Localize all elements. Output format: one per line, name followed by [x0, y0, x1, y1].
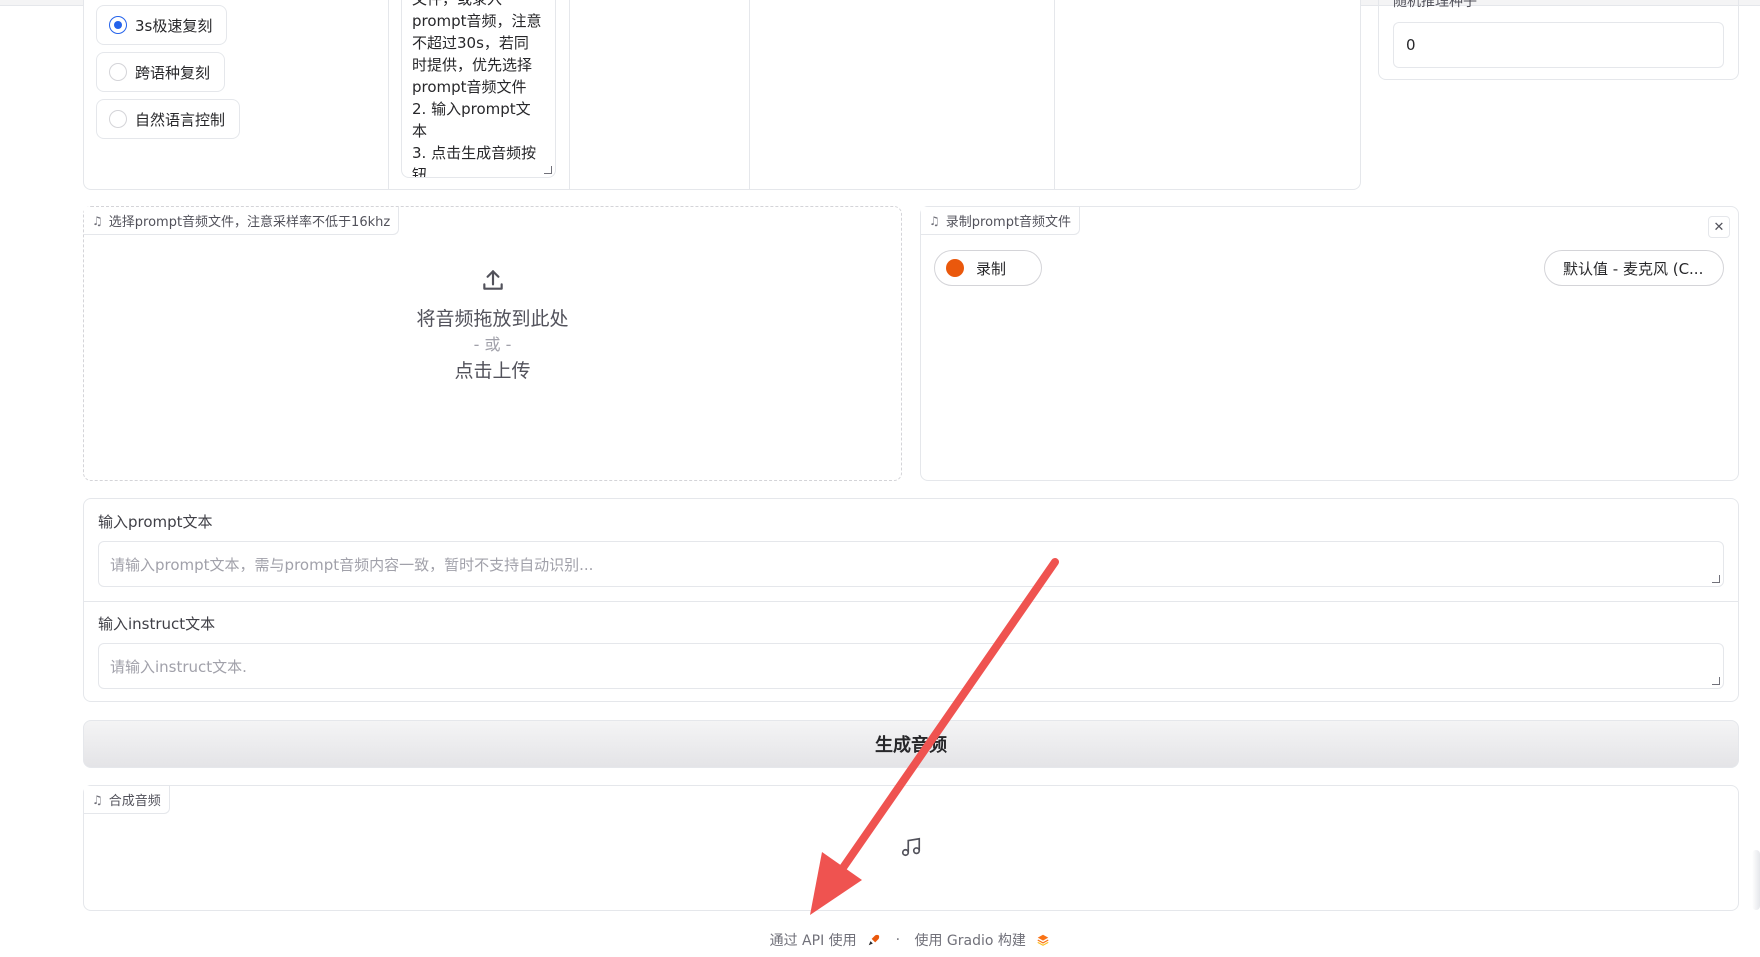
radio-label: 3s极速复刻	[135, 16, 213, 35]
seed-input[interactable]: 0	[1393, 22, 1724, 68]
output-audio-panel: ♫ 合成音频	[83, 785, 1739, 911]
scrollbar-edge	[1752, 850, 1760, 910]
divider	[84, 601, 1738, 602]
resize-handle-icon[interactable]	[1712, 677, 1720, 685]
upload-icon	[482, 270, 503, 290]
record-dot-icon	[946, 259, 964, 277]
steps-text: 文件，或录入 prompt音频，注意 不超过30s，若同 时提供，优先选择 pr…	[412, 0, 542, 178]
music-note-icon	[901, 837, 921, 857]
music-note-icon: ♫	[929, 213, 940, 228]
radio-option-fast-clone[interactable]: 3s极速复刻	[96, 5, 228, 45]
radio-option-cross-lingual[interactable]: 跨语种复刻	[96, 52, 226, 92]
mode-radio-group: 3s极速复刻 跨语种复刻 自然语言控制	[84, 0, 389, 189]
gradio-link[interactable]: 使用 Gradio 构建	[914, 930, 1050, 950]
api-link-label: 通过 API 使用	[769, 933, 857, 949]
upload-panel-label: ♫ 选择prompt音频文件，注意采样率不低于16khz	[84, 207, 400, 235]
prompt-text-label: 输入prompt文本	[98, 513, 213, 531]
seed-label: 随机推理种子	[1393, 0, 1477, 10]
prompt-text-input[interactable]: 请输入prompt文本，需与prompt音频内容一致，暂时不支持自动识别...	[98, 541, 1724, 587]
instruct-text-input[interactable]: 请输入instruct文本.	[98, 643, 1724, 689]
record-button-label: 录制	[976, 259, 1007, 278]
text-input-block: 输入prompt文本 请输入prompt文本，需与prompt音频内容一致，暂时…	[83, 498, 1739, 702]
seed-panel: 随机推理种子 0	[1378, 0, 1739, 80]
rocket-icon	[868, 934, 880, 946]
radio-label: 自然语言控制	[135, 110, 226, 129]
empty-column	[570, 0, 750, 189]
instruct-text-label: 输入instruct文本	[98, 615, 216, 633]
or-text: - 或 -	[473, 335, 512, 354]
music-note-icon: ♫	[92, 792, 103, 807]
click-upload-text: 点击上传	[454, 360, 531, 382]
mode-row: 3s极速复刻 跨语种复刻 自然语言控制 文件，或录入 prompt音频，注意 不…	[83, 0, 1361, 190]
music-note-icon: ♫	[92, 213, 103, 228]
record-panel-label: ♫ 录制prompt音频文件	[921, 207, 1081, 235]
gradio-link-label: 使用 Gradio 构建	[914, 933, 1026, 949]
resize-handle-icon[interactable]	[1712, 575, 1720, 583]
empty-column	[750, 0, 1055, 189]
resize-handle-icon[interactable]	[544, 166, 552, 174]
prompt-text-placeholder: 请输入prompt文本，需与prompt音频内容一致，暂时不支持自动识别...	[110, 555, 594, 574]
prompt-audio-upload-panel[interactable]: ♫ 选择prompt音频文件，注意采样率不低于16khz 将音频拖放到此处 - …	[83, 206, 902, 481]
record-panel-label-text: 录制prompt音频文件	[945, 215, 1072, 230]
steps-textarea[interactable]: 文件，或录入 prompt音频，注意 不超过30s，若同 时提供，优先选择 pr…	[401, 0, 556, 178]
microphone-select[interactable]: 默认值 - 麦克风 (C...	[1544, 250, 1724, 286]
instruct-text-placeholder: 请输入instruct文本.	[110, 657, 247, 676]
radio-unselected-icon	[109, 110, 127, 128]
upload-dropzone[interactable]: 将音频拖放到此处 - 或 - 点击上传	[84, 267, 901, 385]
radio-option-instruct[interactable]: 自然语言控制	[96, 99, 241, 139]
footer-separator: ·	[895, 932, 901, 948]
footer: 通过 API 使用 · 使用 Gradio 构建	[0, 930, 1760, 950]
steps-column: 文件，或录入 prompt音频，注意 不超过30s，若同 时提供，优先选择 pr…	[389, 0, 570, 189]
record-button[interactable]: 录制	[934, 250, 1042, 286]
output-panel-label-text: 合成音频	[108, 794, 161, 809]
gradio-logo-icon	[1037, 934, 1049, 946]
radio-selected-icon	[109, 16, 127, 34]
output-panel-label: ♫ 合成音频	[84, 786, 170, 814]
upload-panel-label-text: 选择prompt音频文件，注意采样率不低于16khz	[108, 215, 391, 230]
close-icon[interactable]: ✕	[1708, 216, 1730, 238]
api-link[interactable]: 通过 API 使用	[770, 930, 882, 950]
drop-text: 将音频拖放到此处	[416, 308, 569, 330]
generate-audio-button[interactable]: 生成音频	[83, 720, 1739, 768]
prompt-audio-record-panel: ♫ 录制prompt音频文件 ✕ 录制 默认值 - 麦克风 (C...	[920, 206, 1739, 481]
radio-unselected-icon	[109, 63, 127, 81]
radio-label: 跨语种复刻	[135, 63, 211, 82]
